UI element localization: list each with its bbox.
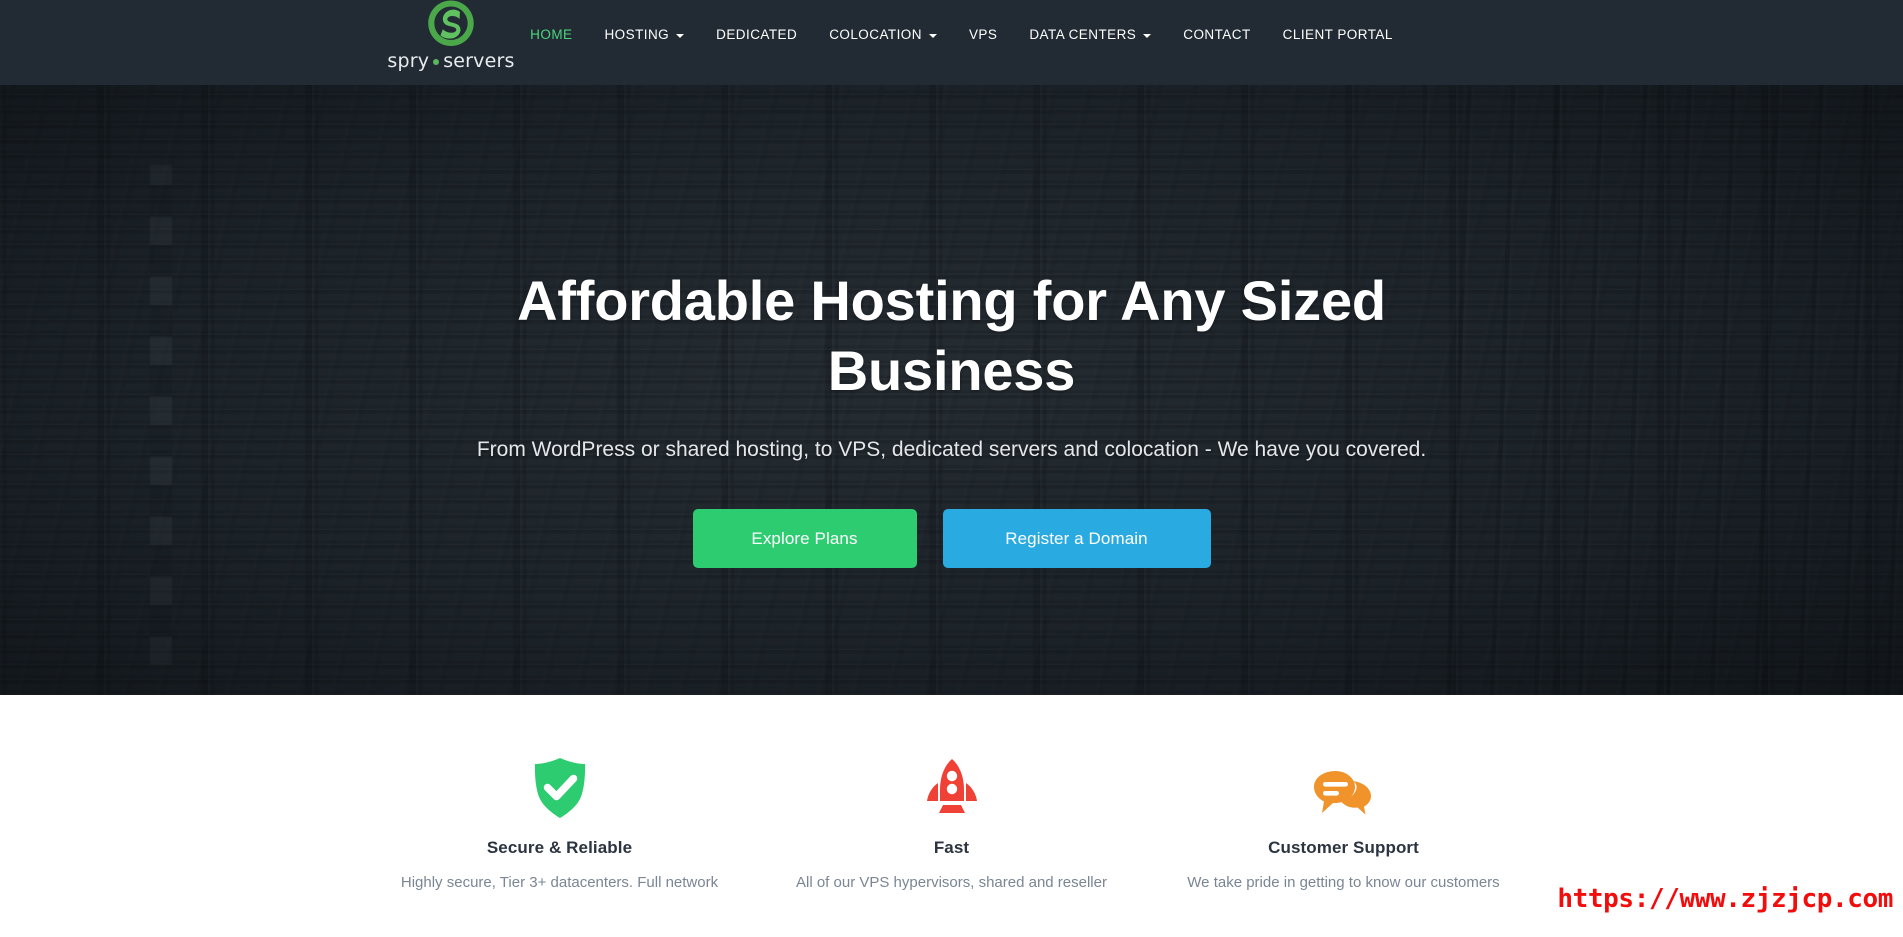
nav-item-vps[interactable]: VPS [953, 25, 1013, 45]
feature-title: Fast [933, 838, 970, 857]
nav-item-colocation[interactable]: COLOCATION [813, 25, 953, 45]
feature-description: All of our VPS hypervisors, shared and r… [796, 874, 1107, 891]
feature-secure-reliable: Secure & Reliable Highly secure, Tier 3+… [364, 757, 756, 895]
nav-item-home-label: HOME [530, 27, 573, 42]
explore-plans-button[interactable]: Explore Plans [692, 509, 917, 568]
nav-item-client-portal[interactable]: CLIENT PORTAL [1267, 25, 1409, 45]
rocket-icon [921, 757, 983, 819]
nav-item-data-centers-label: DATA CENTERS [1029, 27, 1137, 42]
features-row: Secure & Reliable Highly secure, Tier 3+… [0, 757, 1903, 895]
shield-check-icon [532, 757, 588, 819]
hero-cta-group: Explore Plans Register a Domain [692, 509, 1211, 568]
feature-description: We take pride in getting to know our cus… [1187, 874, 1500, 891]
hero-banner: Affordable Hosting for Any Sized Busines… [0, 85, 1903, 695]
brand-logo-link[interactable]: spry servers [376, 0, 526, 80]
nav-item-contact-label: CONTACT [1183, 27, 1251, 42]
chevron-down-icon [928, 34, 937, 38]
nav-item-dedicated[interactable]: DEDICATED [700, 25, 813, 45]
feature-customer-support: Customer Support We take pride in gettin… [1148, 757, 1540, 895]
nav-item-client-portal-label: CLIENT PORTAL [1282, 27, 1393, 42]
brand-name-part1: spry [387, 50, 430, 72]
nav-item-dedicated-label: DEDICATED [716, 27, 798, 42]
chevron-down-icon [676, 34, 685, 38]
nav-item-hosting[interactable]: HOSTING [588, 25, 700, 45]
header-inner: spry servers HOME HOSTING DEDICATED COLO… [0, 0, 1903, 85]
main-navigation: HOME HOSTING DEDICATED COLOCATION VPS DA… [514, 25, 1409, 45]
nav-item-hosting-label: HOSTING [604, 27, 670, 42]
watermark-url: https://www.zjzjcp.com [1557, 884, 1893, 914]
nav-item-data-centers[interactable]: DATA CENTERS [1013, 25, 1167, 45]
nav-item-vps-label: VPS [968, 27, 998, 42]
chevron-down-icon [1143, 34, 1152, 38]
nav-item-contact[interactable]: CONTACT [1167, 25, 1266, 45]
nav-item-colocation-label: COLOCATION [829, 27, 922, 42]
hero-subtitle: From WordPress or shared hosting, to VPS… [476, 438, 1427, 461]
chat-bubbles-icon [1309, 757, 1379, 819]
nav-item-home[interactable]: HOME [514, 25, 588, 45]
feature-title: Secure & Reliable [486, 838, 633, 857]
brand-wordmark: spry servers [387, 50, 514, 72]
brand-name-part2: servers [443, 50, 515, 72]
feature-fast: Fast All of our VPS hypervisors, shared … [756, 757, 1148, 895]
register-domain-button[interactable]: Register a Domain [942, 509, 1211, 568]
feature-description: Highly secure, Tier 3+ datacenters. Full… [400, 874, 719, 891]
brand-separator-dot [433, 59, 440, 65]
hero-content: Affordable Hosting for Any Sized Busines… [0, 85, 1903, 695]
hero-title: Affordable Hosting for Any Sized Busines… [517, 269, 1386, 402]
spry-servers-logo-icon [428, 0, 474, 46]
feature-title: Customer Support [1268, 838, 1419, 857]
site-header: spry servers HOME HOSTING DEDICATED COLO… [0, 0, 1903, 85]
